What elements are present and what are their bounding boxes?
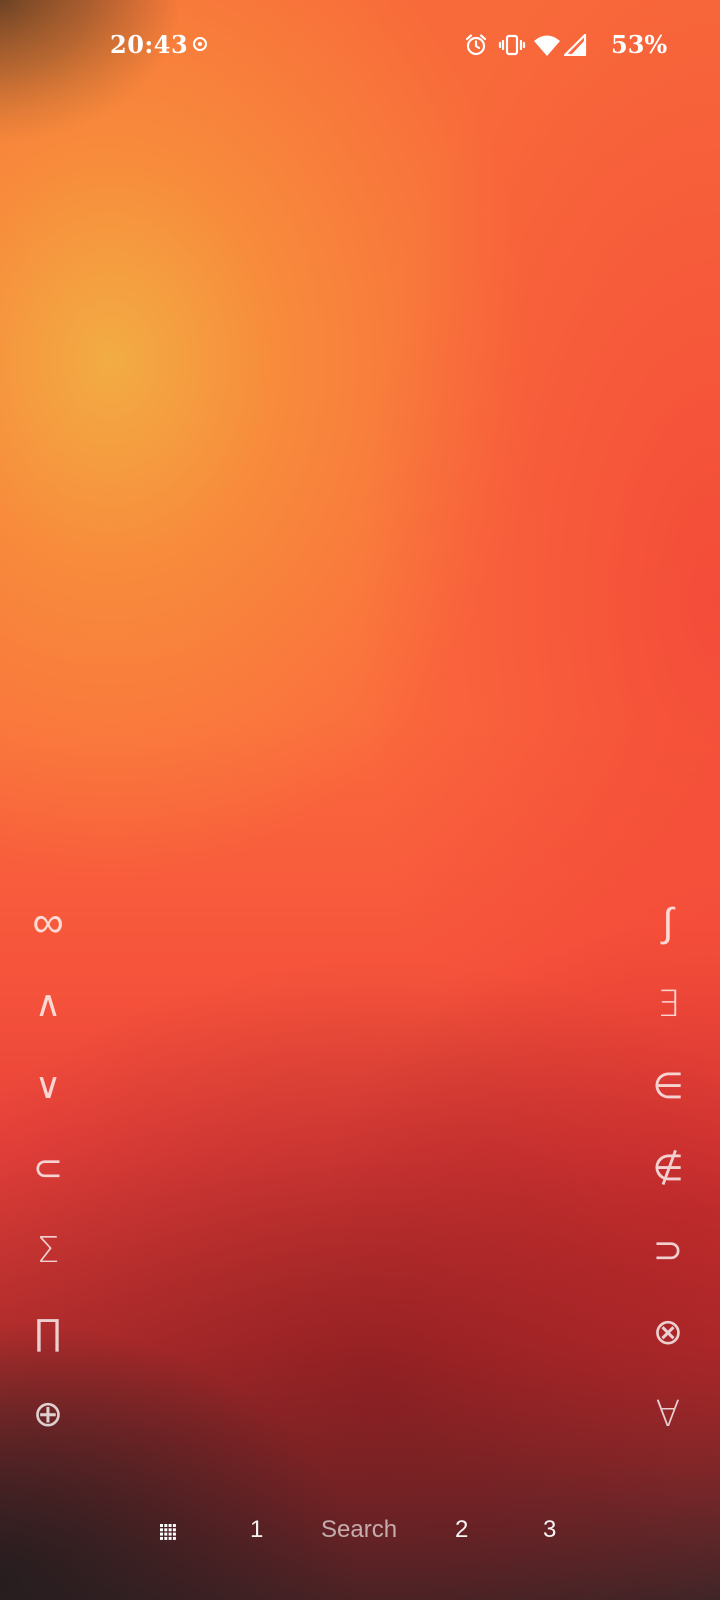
symbol-exists[interactable]: ∃ [642,982,694,1064]
status-bar: 20:43 53% [0,0,720,92]
wifi-icon [534,35,560,56]
symbol-superset[interactable]: ⊃ [642,1228,694,1310]
alarm-icon [465,34,487,56]
symbol-sum[interactable]: Σ [22,1228,74,1310]
symbol-infinity[interactable]: ∞ [22,900,74,982]
wallpaper [0,0,720,1600]
bottom-dock: 1 Search 2 3 [0,1510,720,1570]
symbol-circled-plus[interactable]: ⊕ [22,1392,74,1474]
screen-record-icon [193,37,207,51]
symbol-for-all[interactable]: ∀ [642,1392,694,1474]
battery-percent: 53% [611,30,668,59]
vibrate-icon [498,34,526,56]
dock-page-2[interactable]: 2 [455,1510,468,1550]
dock-page-1[interactable]: 1 [250,1510,263,1550]
symbol-circled-times[interactable]: ⊗ [642,1310,694,1392]
dock-search[interactable]: Search [321,1510,397,1550]
symbol-subset[interactable]: ⊂ [22,1146,74,1228]
dock-page-3[interactable]: 3 [543,1510,556,1550]
symbol-logical-and[interactable]: ∧ [22,982,74,1064]
symbol-column-left: ∞ ∧ ∨ ⊂ Σ ∏ ⊕ [22,900,74,1474]
symbol-not-element-of[interactable]: ∉ [642,1146,694,1228]
symbol-element-of[interactable]: ∈ [642,1064,694,1146]
cell-signal-icon [563,34,587,56]
symbol-integral[interactable]: ∫ [642,900,694,982]
symbol-logical-or[interactable]: ∨ [22,1064,74,1146]
status-clock: 20:43 [110,30,189,59]
symbol-column-right: ∫ ∃ ∈ ∉ ⊃ ⊗ ∀ [642,900,694,1474]
app-grid-icon[interactable] [160,1524,176,1540]
symbol-product[interactable]: ∏ [22,1310,74,1392]
